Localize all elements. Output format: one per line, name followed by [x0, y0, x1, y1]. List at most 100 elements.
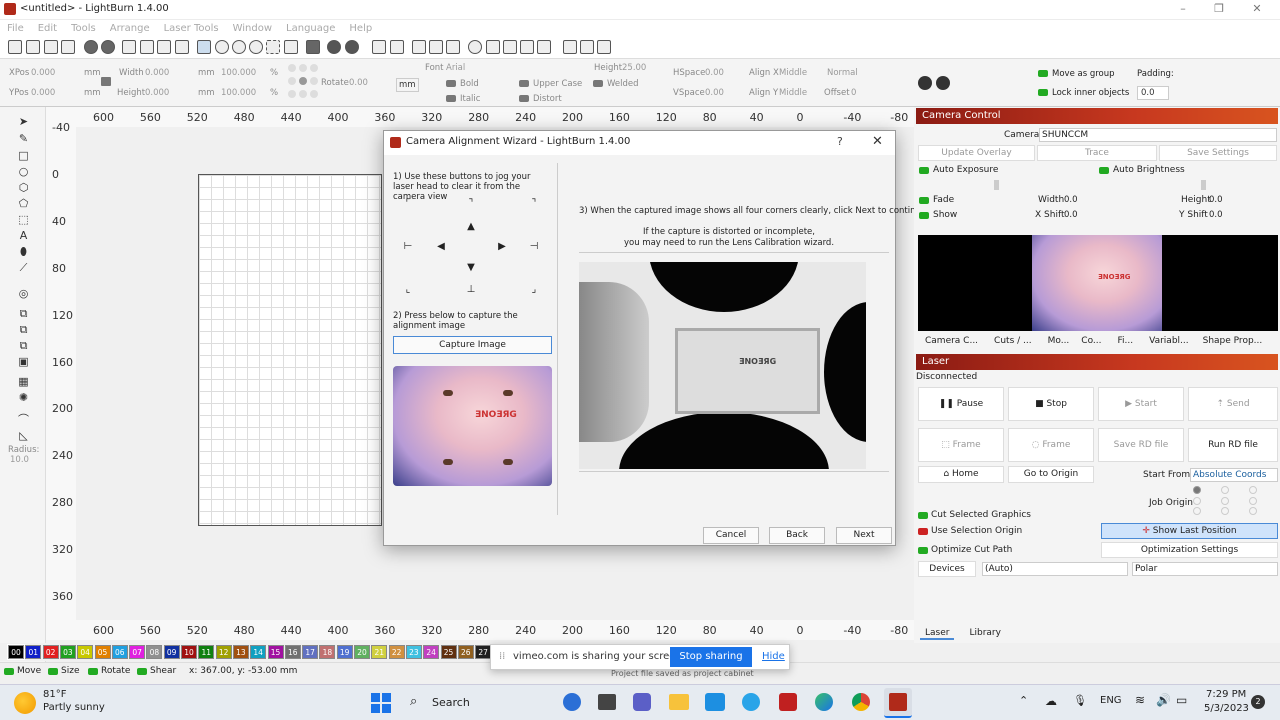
- italic-toggle[interactable]: [446, 95, 456, 102]
- camera-select[interactable]: SHUNCCM: [1039, 128, 1277, 142]
- palette-swatch[interactable]: 04: [77, 645, 94, 659]
- show-toggle[interactable]: [919, 212, 929, 219]
- menu-tools[interactable]: Tools: [64, 20, 103, 37]
- polar-select[interactable]: Polar: [1132, 562, 1278, 576]
- save-icon[interactable]: [44, 40, 58, 54]
- maximize-button[interactable]: ❐: [1206, 2, 1232, 18]
- anchor-grid-icon[interactable]: [288, 64, 318, 100]
- cut-selected-toggle[interactable]: [918, 512, 928, 519]
- go-to-origin-button[interactable]: Go to Origin: [1008, 466, 1094, 483]
- zoom-page-icon[interactable]: [249, 40, 263, 54]
- mirror-v-icon[interactable]: [429, 40, 443, 54]
- optimize-cut-path-toggle[interactable]: [918, 547, 928, 554]
- rectangle-tool-icon[interactable]: □: [17, 149, 30, 162]
- jog-bottom-right-icon[interactable]: ⌟: [526, 283, 542, 297]
- palette-swatch[interactable]: 12: [215, 645, 232, 659]
- cancel-button[interactable]: Cancel: [703, 527, 759, 544]
- cut-icon[interactable]: [140, 40, 154, 54]
- tab-shape-properties[interactable]: Shape Prop...: [1198, 336, 1268, 346]
- align-center-icon[interactable]: [503, 40, 517, 54]
- tray-volume-icon[interactable]: 🔊: [1156, 693, 1171, 707]
- frame-button[interactable]: ⬚ Frame: [918, 428, 1004, 462]
- jog-top-left-icon[interactable]: ⌜: [400, 197, 416, 211]
- palette-swatch[interactable]: 00: [7, 644, 25, 660]
- tab-console[interactable]: Co...: [1076, 336, 1106, 346]
- start-button-icon[interactable]: [371, 693, 391, 713]
- palette-swatch[interactable]: 23: [405, 645, 422, 659]
- palette-swatch[interactable]: 03: [59, 645, 76, 659]
- distribute-space-icon[interactable]: [597, 40, 611, 54]
- show-last-position-button[interactable]: ✛ Show Last Position: [1101, 523, 1278, 539]
- line-tool-icon[interactable]: ⬚: [17, 213, 30, 226]
- taskbar-app-edge-icon[interactable]: [815, 693, 833, 711]
- group-icon[interactable]: [372, 40, 386, 54]
- align-right-icon[interactable]: [520, 40, 534, 54]
- boolean-union-icon[interactable]: ⧉: [17, 307, 30, 320]
- taskbar-app-explorer-icon[interactable]: [669, 694, 689, 710]
- tray-date[interactable]: 5/3/2023: [1204, 703, 1249, 714]
- weather-icon[interactable]: [14, 692, 36, 714]
- scale-w-value[interactable]: 100.000: [221, 68, 256, 78]
- tab-variable-text[interactable]: Variabl...: [1144, 336, 1194, 346]
- tray-time[interactable]: 7:29 PM: [1206, 689, 1246, 700]
- use-selection-origin-toggle[interactable]: [918, 528, 928, 535]
- mirror-h-icon[interactable]: [412, 40, 426, 54]
- rotate-value[interactable]: 0.00: [349, 78, 368, 88]
- auto-exposure-toggle[interactable]: [919, 167, 929, 174]
- next-button[interactable]: Next: [836, 527, 892, 544]
- weather-desc[interactable]: Partly sunny: [43, 702, 105, 713]
- fade-toggle[interactable]: [919, 197, 929, 204]
- tray-battery-icon[interactable]: ▭: [1176, 693, 1187, 707]
- delete-icon[interactable]: [175, 40, 189, 54]
- normal-select[interactable]: Normal: [827, 68, 858, 78]
- taskbar-app-shield-icon[interactable]: [779, 693, 797, 711]
- save-as-icon[interactable]: [61, 40, 75, 54]
- xpos-value[interactable]: 0.000: [31, 68, 55, 78]
- save-rd-button[interactable]: Save RD file: [1098, 428, 1184, 462]
- palette-swatch[interactable]: 05: [94, 645, 111, 659]
- bold-toggle[interactable]: [446, 80, 456, 87]
- settings-gear-icon[interactable]: [327, 40, 341, 54]
- ellipse-tool-icon[interactable]: ○: [17, 165, 30, 178]
- chamfer-icon[interactable]: ◺: [17, 429, 30, 442]
- job-origin-grid[interactable]: [1193, 486, 1263, 516]
- position-laser-icon[interactable]: ⬮: [17, 245, 30, 258]
- palette-swatch[interactable]: 14: [250, 645, 267, 659]
- taskbar-search[interactable]: ⌕ Search: [404, 690, 554, 716]
- tab-camera-control[interactable]: Camera C...: [920, 336, 983, 346]
- palette-swatch[interactable]: 21: [371, 645, 388, 659]
- stop-button[interactable]: ■ Stop: [1008, 387, 1094, 421]
- tray-mic-icon[interactable]: 🎙: [1073, 694, 1087, 707]
- jog-down-icon[interactable]: ▼: [463, 261, 479, 275]
- user-icon[interactable]: [390, 40, 404, 54]
- tab-laser[interactable]: Laser: [920, 628, 955, 640]
- auto-brightness-toggle[interactable]: [1099, 167, 1109, 174]
- rotate-unit[interactable]: mm: [396, 78, 419, 92]
- send-button[interactable]: ⇡ Send: [1188, 387, 1278, 421]
- optimization-settings-button[interactable]: Optimization Settings: [1101, 542, 1278, 558]
- radius-value[interactable]: 10.0: [10, 455, 29, 465]
- tab-cuts[interactable]: Cuts / ...: [989, 336, 1037, 346]
- zoom-out-icon[interactable]: [232, 40, 246, 54]
- share-grip-icon[interactable]: ⁞⁞: [499, 651, 505, 662]
- home-button[interactable]: ⌂ Home: [918, 466, 1004, 483]
- palette-swatch[interactable]: 01: [25, 645, 42, 659]
- weather-temp[interactable]: 81°F: [43, 689, 66, 700]
- menu-language[interactable]: Language: [279, 20, 342, 37]
- jog-top-right-icon[interactable]: ⌝: [526, 197, 542, 211]
- shape-tool-icon[interactable]: ⬠: [17, 197, 30, 210]
- device-select[interactable]: (Auto): [982, 562, 1128, 576]
- workspace-grid[interactable]: [198, 174, 382, 526]
- circular-array-icon[interactable]: ✺: [17, 391, 30, 404]
- capture-image-button[interactable]: Capture Image: [393, 336, 552, 354]
- jog-mid-left-icon[interactable]: ⊢: [400, 240, 416, 254]
- copy-icon[interactable]: [122, 40, 136, 54]
- taskbar-app-taskview-icon[interactable]: [598, 694, 616, 710]
- cam-height-value[interactable]: 0.0: [1209, 195, 1223, 205]
- menu-window[interactable]: Window: [226, 20, 279, 37]
- taskbar-app-bing-icon[interactable]: [563, 693, 581, 711]
- palette-swatch[interactable]: 17: [302, 645, 319, 659]
- save-settings-button[interactable]: Save Settings: [1159, 145, 1277, 161]
- boolean-intersect-icon[interactable]: ⧉: [17, 339, 30, 352]
- select-tool-icon[interactable]: ➤: [17, 115, 30, 128]
